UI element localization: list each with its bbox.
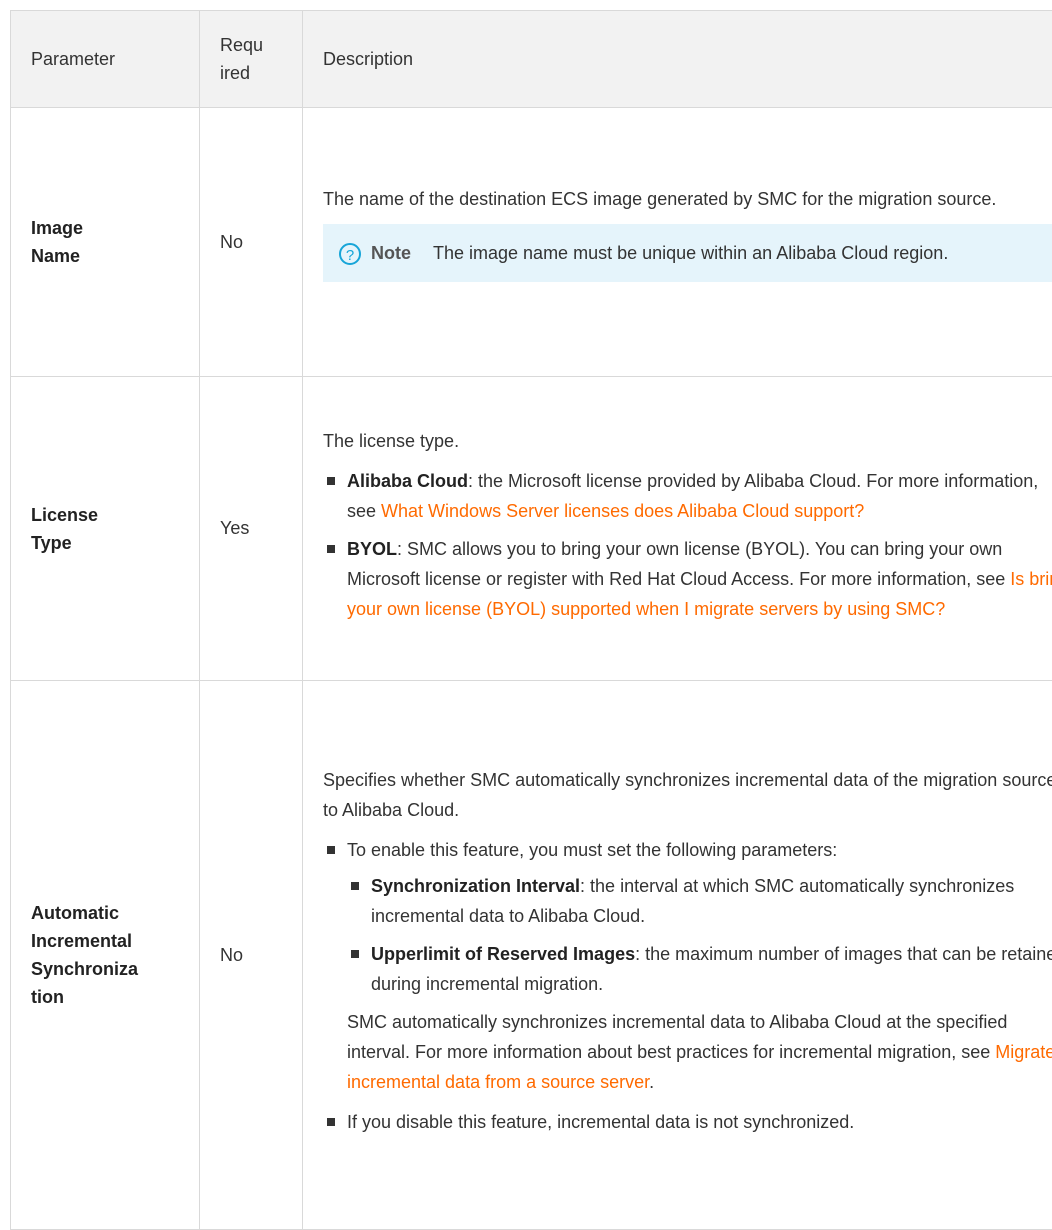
sync-text: SMC automatically synchronizes increment… (347, 1012, 1007, 1062)
term-label: Synchronization Interval (371, 876, 580, 896)
table-row: ImageName No The name of the destination… (11, 108, 1052, 377)
description-text: The name of the destination ECS image ge… (323, 184, 1052, 214)
enable-text: To enable this feature, you must set the… (347, 840, 837, 860)
help-link[interactable]: What Windows Server licenses does Alibab… (381, 501, 864, 521)
sync-paragraph: SMC automatically synchronizes increment… (347, 1007, 1052, 1097)
table-header-row: Parameter Required Description (11, 11, 1052, 108)
description-text: The license type. (323, 426, 1052, 456)
term-label: Upperlimit of Reserved Images (371, 944, 635, 964)
param-name: ImageName (11, 108, 200, 377)
table-row: AutomaticIncrementalSynchronization No S… (11, 681, 1052, 1230)
note-label: Note (371, 243, 411, 263)
list-item: Synchronization Interval: the interval a… (347, 871, 1052, 931)
note-box: ? Note The image name must be unique withi… (323, 224, 1052, 282)
required-value: Yes (200, 377, 303, 681)
term-label: BYOL (347, 539, 397, 559)
term-label: Alibaba Cloud (347, 471, 468, 491)
list-item: If you disable this feature, incremental… (323, 1107, 1052, 1137)
list-item: BYOL: SMC allows you to bring your own l… (323, 534, 1052, 624)
header-required: Required (200, 11, 303, 108)
param-name: AutomaticIncrementalSynchronization (11, 681, 200, 1230)
item-text: : SMC allows you to bring your own licen… (347, 539, 1010, 589)
list-item: To enable this feature, you must set the… (323, 835, 1052, 1097)
sync-list: To enable this feature, you must set the… (323, 835, 1052, 1137)
table-row: LicenseType Yes The license type. Alibab… (11, 377, 1052, 681)
question-icon: ? (339, 243, 361, 265)
param-name: LicenseType (11, 377, 200, 681)
description-cell: Specifies whether SMC automatically sync… (303, 681, 1052, 1230)
license-list: Alibaba Cloud: the Microsoft license pro… (323, 466, 1052, 624)
note-text: The image name must be unique within an … (433, 243, 948, 263)
list-item: Alibaba Cloud: the Microsoft license pro… (323, 466, 1052, 526)
header-parameter: Parameter (11, 11, 200, 108)
sync-end: . (649, 1072, 654, 1092)
required-value: No (200, 108, 303, 377)
required-value: No (200, 681, 303, 1230)
parameter-table: Parameter Required Description ImageName… (10, 10, 1052, 1230)
header-description: Description (303, 11, 1052, 108)
description-cell: The name of the destination ECS image ge… (303, 108, 1052, 377)
sub-list: Synchronization Interval: the interval a… (347, 871, 1052, 999)
list-item: Upperlimit of Reserved Images: the maxim… (347, 939, 1052, 999)
disable-text: If you disable this feature, incremental… (347, 1112, 854, 1132)
description-text: Specifies whether SMC automatically sync… (323, 765, 1052, 825)
description-cell: The license type. Alibaba Cloud: the Mic… (303, 377, 1052, 681)
